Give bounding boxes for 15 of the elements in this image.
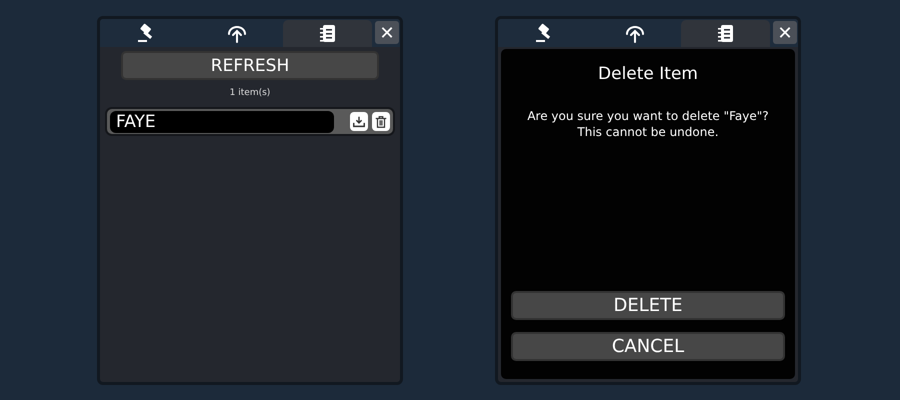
refresh-button[interactable]: REFRESH (121, 51, 379, 80)
dialog-message: Are you sure you want to delete "Faye"? This cannot be undone. (527, 108, 769, 140)
delete-button[interactable] (372, 112, 390, 131)
close-button[interactable]: ✕ (375, 21, 399, 44)
upload-icon (624, 23, 646, 44)
tab[interactable] (681, 20, 770, 47)
item-count: 1 item(s) (230, 88, 270, 98)
download-button[interactable] (350, 112, 368, 131)
item-name[interactable]: FAYE (110, 110, 334, 132)
upload-icon (226, 23, 248, 44)
delete-button[interactable]: DELETE (511, 291, 785, 320)
close-button[interactable]: ✕ (773, 21, 797, 44)
dialog-title: Delete Item (598, 64, 698, 84)
tab[interactable] (283, 20, 372, 47)
cancel-button[interactable]: CANCEL (511, 332, 785, 361)
